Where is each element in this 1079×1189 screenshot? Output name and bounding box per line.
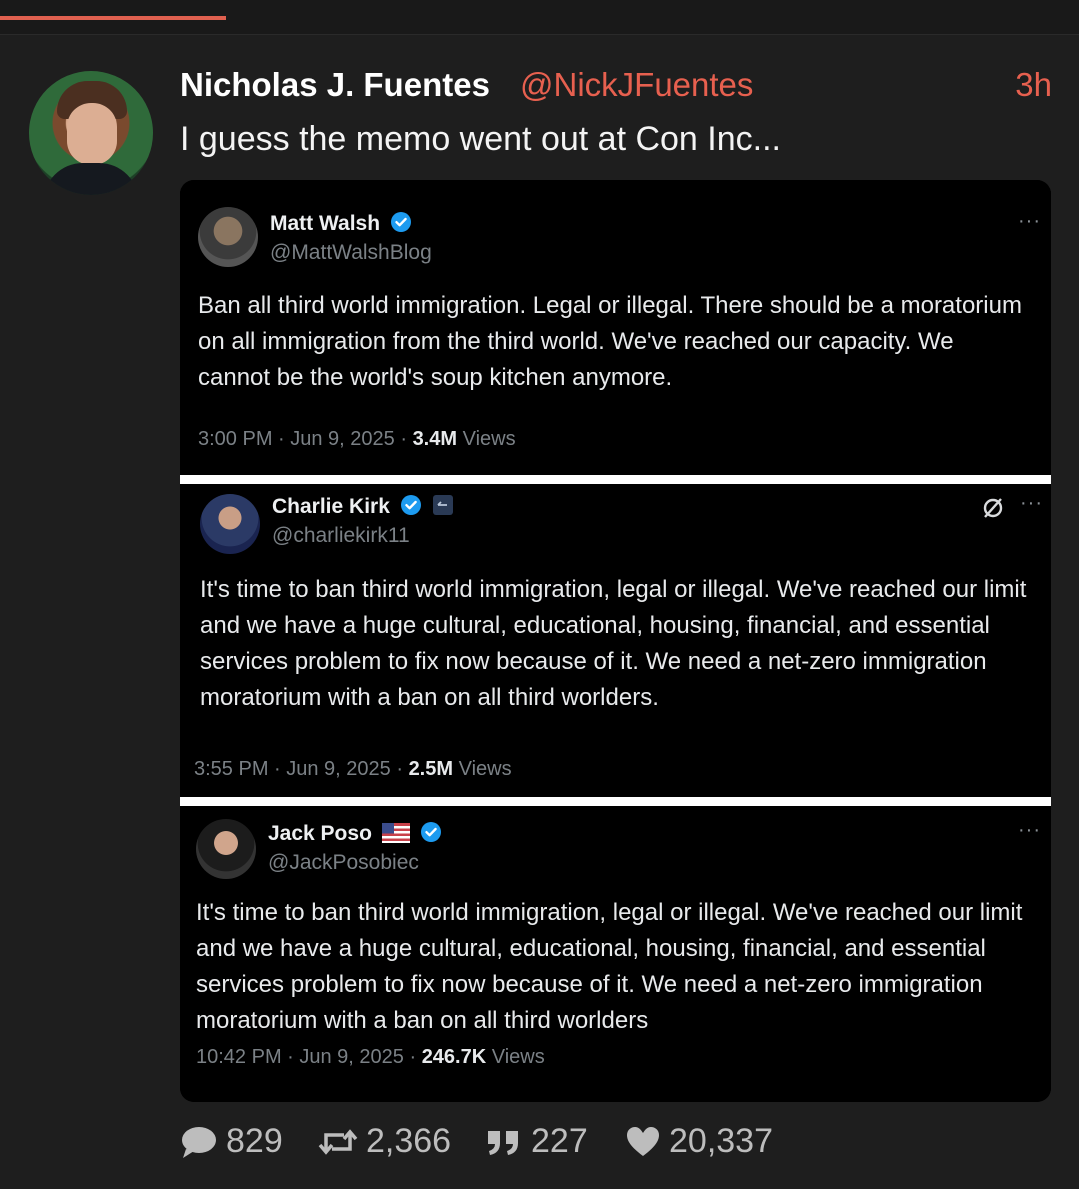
more-options-icon: ··· bbox=[1018, 210, 1041, 232]
avatar-shirt bbox=[43, 163, 139, 195]
embedded-tweet-2: Charlie Kirk @charliekirk11 ··· It's tim… bbox=[180, 484, 1051, 797]
tweet-views-count: 3.4M bbox=[412, 428, 458, 450]
quote-button[interactable]: 227 bbox=[485, 1122, 588, 1161]
us-flag-icon bbox=[381, 823, 410, 843]
comment-icon bbox=[182, 1126, 216, 1158]
author-handle[interactable]: @NickJFuentes bbox=[520, 66, 753, 104]
quote-count: 227 bbox=[531, 1122, 588, 1160]
tweet-body: It's time to ban third world immigration… bbox=[200, 576, 1027, 711]
embedded-screenshot[interactable]: Matt Walsh @MattWalshBlog ··· Ban all th… bbox=[180, 180, 1051, 1102]
tweet-author-name: Jack Poso bbox=[268, 821, 442, 846]
tweet-avatar bbox=[198, 207, 258, 267]
repost-count: 2,366 bbox=[366, 1122, 452, 1160]
author-name[interactable]: Nicholas J. Fuentes bbox=[180, 66, 490, 104]
verified-badge-icon bbox=[400, 495, 421, 515]
verified-badge-icon bbox=[420, 822, 441, 842]
post-header: Nicholas J. Fuentes @NickJFuentes 3h bbox=[180, 66, 1052, 110]
tweet-author-name-text: Matt Walsh bbox=[270, 212, 381, 235]
tweet-meta: 10:42 PM · Jun 9, 2025 · 246.7K Views bbox=[196, 1046, 545, 1069]
grok-icon bbox=[983, 498, 1003, 518]
tweet-timestamp: 10:42 PM · Jun 9, 2025 · bbox=[196, 1046, 422, 1068]
tweet-meta: 3:00 PM · Jun 9, 2025 · 3.4M Views bbox=[198, 428, 516, 451]
author-avatar[interactable] bbox=[29, 71, 153, 195]
tweet-views-label: Views bbox=[457, 428, 516, 450]
post-text: I guess the memo went out at Con Inc... bbox=[180, 120, 781, 158]
screenshot-separator bbox=[180, 797, 1051, 806]
more-options-icon: ··· bbox=[1018, 819, 1041, 841]
avatar-face bbox=[67, 103, 117, 165]
repost-button[interactable]: 2,366 bbox=[318, 1122, 451, 1161]
screenshot-separator bbox=[180, 475, 1051, 484]
tweet-timestamp: 3:00 PM · Jun 9, 2025 · bbox=[198, 428, 413, 450]
header-divider bbox=[0, 34, 1079, 35]
tweet-author-name: Charlie Kirk bbox=[272, 494, 454, 519]
tweet-author-name-text: Jack Poso bbox=[268, 822, 372, 845]
tweet-views-label: Views bbox=[453, 758, 512, 780]
tweet-author-handle: @charliekirk11 bbox=[272, 524, 410, 547]
tweet-timestamp: 3:55 PM · Jun 9, 2025 · bbox=[194, 758, 409, 780]
more-options-icon: ··· bbox=[1020, 492, 1043, 514]
tweet-meta: 3:55 PM · Jun 9, 2025 · 2.5M Views bbox=[194, 758, 512, 781]
repost-icon bbox=[318, 1128, 358, 1155]
embedded-tweet-1: Matt Walsh @MattWalshBlog ··· Ban all th… bbox=[180, 180, 1051, 475]
tweet-author-name: Matt Walsh bbox=[270, 211, 412, 236]
tweet-views-count: 2.5M bbox=[408, 758, 454, 780]
active-tab-indicator bbox=[0, 16, 226, 20]
reply-button[interactable]: 829 bbox=[180, 1122, 283, 1161]
tweet-avatar bbox=[200, 494, 260, 554]
embedded-tweet-3: Jack Poso @JackPosobiec ··· It's time to… bbox=[180, 806, 1051, 1102]
tweet-author-handle: @MattWalshBlog bbox=[270, 241, 432, 264]
tweet-body: Ban all third world immigration. Legal o… bbox=[198, 292, 1022, 391]
heart-icon bbox=[627, 1126, 659, 1156]
quote-icon bbox=[488, 1130, 518, 1155]
reply-count: 829 bbox=[226, 1122, 283, 1160]
tweet-views-count: 246.7K bbox=[421, 1046, 487, 1068]
like-button[interactable]: 20,337 bbox=[625, 1122, 773, 1161]
tweet-author-handle: @JackPosobiec bbox=[268, 851, 419, 874]
tweet-avatar bbox=[196, 819, 256, 879]
post-time[interactable]: 3h bbox=[1015, 66, 1052, 104]
like-count: 20,337 bbox=[669, 1122, 773, 1160]
verified-badge-icon bbox=[390, 212, 411, 232]
tweet-body: It's time to ban third world immigration… bbox=[196, 899, 1023, 1034]
tweet-views-label: Views bbox=[486, 1046, 545, 1068]
affiliate-badge-icon bbox=[432, 495, 453, 515]
tweet-author-name-text: Charlie Kirk bbox=[272, 495, 390, 518]
